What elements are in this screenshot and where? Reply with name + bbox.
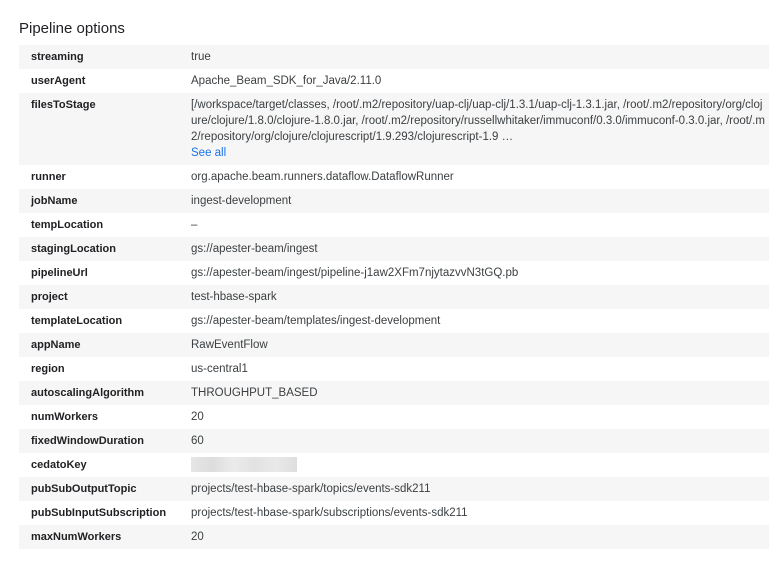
option-value: true — [191, 51, 211, 63]
option-value: – — [191, 219, 198, 231]
option-value: RawEventFlow — [191, 339, 268, 351]
option-value: gs://apester-beam/ingest — [191, 243, 318, 255]
option-value: 20 — [191, 531, 204, 543]
redacted-value — [191, 457, 297, 473]
option-key: runner — [31, 171, 66, 183]
option-key: stagingLocation — [31, 243, 116, 255]
option-key: appName — [31, 339, 81, 351]
option-value: gs://apester-beam/templates/ingest-devel… — [191, 315, 441, 327]
see-all-link[interactable]: See all — [191, 145, 226, 161]
option-key: templateLocation — [31, 315, 123, 327]
option-row-pipelineurl: pipelineUrl gs://apester-beam/ingest/pip… — [19, 261, 769, 285]
option-key: fixedWindowDuration — [31, 435, 144, 447]
option-key: jobName — [31, 195, 78, 207]
option-row-runner: runner org.apache.beam.runners.dataflow.… — [19, 165, 769, 189]
option-value: THROUGHPUT_BASED — [191, 387, 318, 399]
option-key: project — [31, 291, 68, 303]
option-row-autoscalingalgorithm: autoscalingAlgorithm THROUGHPUT_BASED — [19, 381, 769, 405]
option-row-fixedwindowduration: fixedWindowDuration 60 — [19, 429, 769, 453]
option-value: 60 — [191, 435, 204, 447]
section-title: Pipeline options — [19, 20, 125, 37]
option-row-templatelocation: templateLocation gs://apester-beam/templ… — [19, 309, 769, 333]
option-value: projects/test-hbase-spark/topics/events-… — [191, 483, 431, 495]
option-value: gs://apester-beam/ingest/pipeline-j1aw2X… — [191, 267, 519, 279]
option-row-numworkers: numWorkers 20 — [19, 405, 769, 429]
option-key: cedatoKey — [31, 459, 87, 471]
option-row-project: project test-hbase-spark — [19, 285, 769, 309]
option-row-useragent: userAgent Apache_Beam_SDK_for_Java/2.11.… — [19, 69, 769, 93]
option-key: userAgent — [31, 75, 86, 87]
option-value: projects/test-hbase-spark/subscriptions/… — [191, 507, 468, 519]
option-value: org.apache.beam.runners.dataflow.Dataflo… — [191, 171, 454, 183]
option-row-region: region us-central1 — [19, 357, 769, 381]
option-value: ingest-development — [191, 195, 292, 207]
option-row-maxnumworkers: maxNumWorkers 20 — [19, 525, 769, 549]
option-row-staginglocation: stagingLocation gs://apester-beam/ingest — [19, 237, 769, 261]
option-key: maxNumWorkers — [31, 531, 122, 543]
pipeline-options-panel: Pipeline options streaming true userAgen… — [0, 0, 769, 565]
option-row-filestostage: filesToStage [/workspace/target/classes,… — [19, 93, 769, 165]
option-value: 20 — [191, 411, 204, 423]
option-row-pubsuboutputtopic: pubSubOutputTopic projects/test-hbase-sp… — [19, 477, 769, 501]
option-value: us-central1 — [191, 363, 248, 375]
option-key: pubSubOutputTopic — [31, 483, 137, 495]
option-key: tempLocation — [31, 219, 104, 231]
option-row-streaming: streaming true — [19, 45, 769, 69]
option-key: streaming — [31, 51, 84, 63]
option-row-pubsubinputsubscription: pubSubInputSubscription projects/test-hb… — [19, 501, 769, 525]
option-key: numWorkers — [31, 411, 99, 423]
options-table: streaming true userAgent Apache_Beam_SDK… — [19, 45, 769, 549]
option-row-cedatokey: cedatoKey — [19, 453, 769, 477]
option-row-appname: appName RawEventFlow — [19, 333, 769, 357]
option-key: pubSubInputSubscription — [31, 507, 167, 519]
option-key: autoscalingAlgorithm — [31, 387, 145, 399]
option-key: filesToStage — [31, 99, 96, 111]
option-row-jobname: jobName ingest-development — [19, 189, 769, 213]
option-value-container — [191, 453, 769, 477]
option-row-templocation: tempLocation – — [19, 213, 769, 237]
option-key: region — [31, 363, 65, 375]
option-value-container: [/workspace/target/classes, /root/.m2/re… — [191, 93, 769, 165]
option-value: Apache_Beam_SDK_for_Java/2.11.0 — [191, 75, 382, 87]
option-key: pipelineUrl — [31, 267, 88, 279]
option-value: test-hbase-spark — [191, 291, 277, 303]
option-value: [/workspace/target/classes, /root/.m2/re… — [191, 99, 765, 143]
